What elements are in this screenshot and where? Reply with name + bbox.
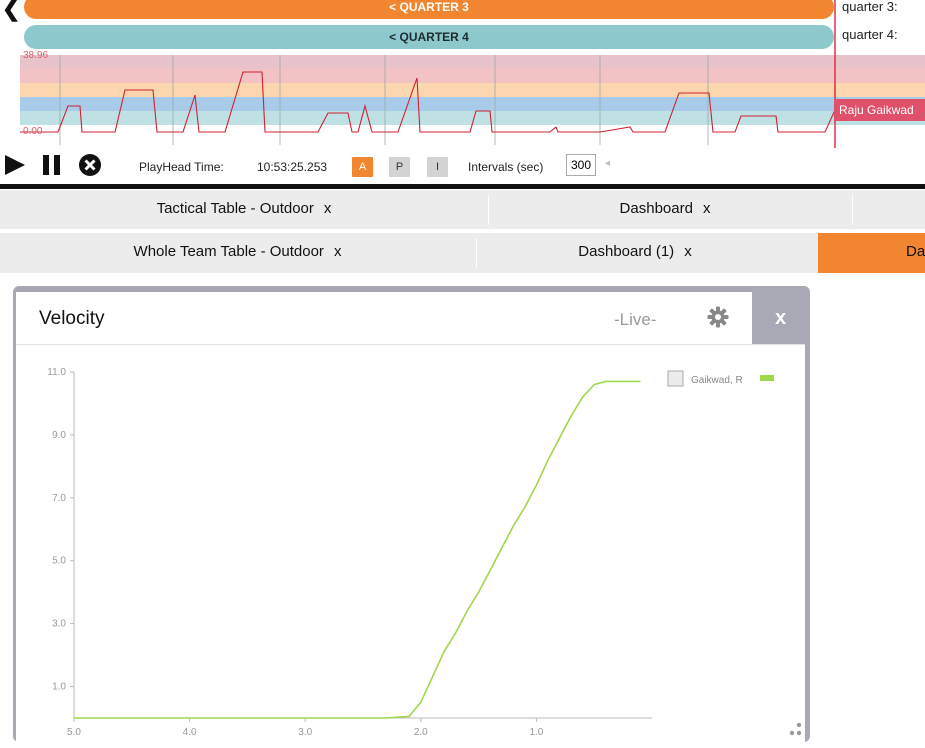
tab-active[interactable]: Da <box>818 233 925 273</box>
velocity-chart-area: 11.0 9.0 7.0 5.0 3.0 1.0 5.0 4.0 3.0 2.0 1.0 Gaik… <box>16 344 805 743</box>
playback-controls: PlayHead Time: 10:53:25.253 A P I Interv… <box>0 148 925 184</box>
y-tick-label: 3.0 <box>52 619 66 630</box>
y-tick-label: 5.0 <box>52 556 66 567</box>
legend-label: Gaikwad, R <box>691 375 743 386</box>
tab-close-icon[interactable]: x <box>684 243 692 260</box>
legend-checkbox[interactable] <box>667 370 684 387</box>
panel-divider <box>0 184 925 189</box>
tab-close-icon[interactable]: x <box>334 243 342 260</box>
play-icon[interactable] <box>4 154 26 176</box>
widget-close-button[interactable]: x <box>775 307 786 330</box>
pause-icon[interactable] <box>43 154 61 176</box>
tab-tactical-table[interactable]: Tactical Table - Outdoor x <box>0 190 488 229</box>
timeline-zone-band <box>20 69 925 83</box>
playhead-time: 10:53:25.253 <box>257 160 328 174</box>
tab-close-icon[interactable]: x <box>324 200 332 217</box>
tab-label: Whole Team Table - Outdoor <box>133 243 324 260</box>
x-tick-label: 5.0 <box>67 727 81 738</box>
widget-title: Velocity <box>39 308 105 329</box>
tab-dashboard[interactable]: Dashboard x <box>489 190 841 229</box>
y-tick-label: 7.0 <box>52 493 66 504</box>
intervals-input[interactable] <box>566 154 596 176</box>
intervals-arrow-icon[interactable]: ◂ <box>605 158 610 169</box>
mode-a-button[interactable]: A <box>352 157 373 177</box>
timeline-zone-band <box>20 97 925 111</box>
timeline-zone-band <box>20 83 925 97</box>
timeline-chart[interactable] <box>0 0 925 148</box>
intervals-label: Intervals (sec) <box>468 160 544 174</box>
x-tick-label: 2.0 <box>414 727 428 738</box>
timeline-panel: ❮ < QUARTER 3 < QUARTER 4 quarter 3: qua… <box>0 0 925 148</box>
timeline-zone-band <box>20 55 925 69</box>
stop-icon[interactable] <box>78 153 102 177</box>
timeline-y-min: 0.00 <box>23 126 43 137</box>
widget-live-status: -Live- <box>614 310 657 329</box>
tab-whole-team-table[interactable]: Whole Team Table - Outdoor x <box>0 233 475 273</box>
tab-label: Dashboard <box>619 200 693 217</box>
quarter-4-label: quarter 4: <box>842 27 898 42</box>
x-tick-label: 1.0 <box>529 727 543 738</box>
mode-p-button[interactable]: P <box>389 157 410 177</box>
x-tick-label: 3.0 <box>298 727 312 738</box>
series-line-gaikwad <box>74 380 641 719</box>
resize-handle-icon[interactable] <box>786 721 804 739</box>
y-tick-label: 9.0 <box>52 430 66 441</box>
y-tick-label: 1.0 <box>52 682 66 693</box>
tab-label: Da <box>906 243 925 260</box>
playhead-label: PlayHead Time: <box>139 160 224 174</box>
player-tag[interactable]: Raju Gaikwad <box>834 99 925 121</box>
quarter-3-bar[interactable]: < QUARTER 3 <box>24 0 834 19</box>
mode-i-button[interactable]: I <box>427 157 448 177</box>
gear-icon[interactable] <box>707 306 729 328</box>
quarter-3-label: quarter 3: <box>842 0 898 14</box>
x-tick-label: 4.0 <box>183 727 197 738</box>
tab-label: Tactical Table - Outdoor <box>156 200 314 217</box>
tab-separator <box>852 195 853 225</box>
tab-row-2: Whole Team Table - Outdoor x Dashboard (1… <box>0 233 925 273</box>
tab-dashboard-1[interactable]: Dashboard (1) x <box>477 233 793 273</box>
back-chevron-icon[interactable]: ❮ <box>2 0 20 22</box>
legend-swatch <box>760 375 774 381</box>
quarter-4-bar[interactable]: < QUARTER 4 <box>24 25 834 49</box>
timeline-y-max: 38.96 <box>23 50 49 61</box>
velocity-chart: 11.0 9.0 7.0 5.0 3.0 1.0 5.0 4.0 3.0 2.0 1.0 Gaik… <box>47 367 774 738</box>
tab-row-1: Tactical Table - Outdoor x Dashboard x <box>0 190 925 229</box>
tab-close-icon[interactable]: x <box>703 200 711 217</box>
y-tick-label: 11.0 <box>47 367 66 378</box>
tab-label: Dashboard (1) <box>578 243 675 260</box>
